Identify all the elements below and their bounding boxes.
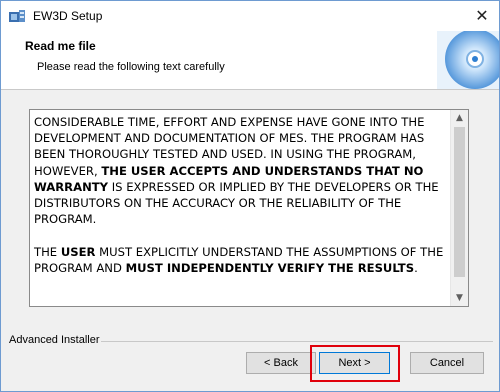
close-icon[interactable]: ✕ — [471, 5, 493, 27]
next-button-highlight — [310, 345, 400, 382]
readme-p2-verify: MUST INDEPENDENTLY VERIFY THE RESULTS — [125, 260, 415, 275]
page-title: Read me file — [25, 39, 96, 53]
readme-p2-user: USER — [60, 244, 96, 259]
disc-graphic-icon — [437, 31, 499, 89]
title-bar[interactable]: EW3D Setup ✕ — [1, 1, 499, 31]
readme-textbox[interactable]: CONSIDERABLE TIME, EFFORT AND EXPENSE HA… — [29, 109, 469, 307]
back-button[interactable]: < Back — [246, 352, 316, 374]
readme-p2-start: THE — [34, 244, 61, 259]
page-subtitle: Please read the following text carefully — [37, 61, 225, 73]
cancel-button[interactable]: Cancel — [410, 352, 484, 374]
readme-text: CONSIDERABLE TIME, EFFORT AND EXPENSE HA… — [34, 114, 448, 276]
footer-divider — [101, 341, 493, 342]
setup-box-icon — [8, 8, 26, 24]
setup-window: EW3D Setup ✕ Read me file Please read th… — [0, 0, 500, 392]
chevron-up-icon[interactable]: ▲ — [451, 110, 468, 126]
chevron-down-icon[interactable]: ▼ — [451, 290, 468, 306]
installer-brand: Advanced Installer — [9, 334, 100, 346]
window-title: EW3D Setup — [33, 9, 103, 23]
wizard-header: Read me file Please read the following t… — [1, 31, 499, 90]
readme-p2-end: . — [414, 260, 418, 275]
vertical-scrollbar[interactable]: ▲ ▼ — [450, 110, 468, 306]
scroll-thumb[interactable] — [454, 127, 465, 277]
